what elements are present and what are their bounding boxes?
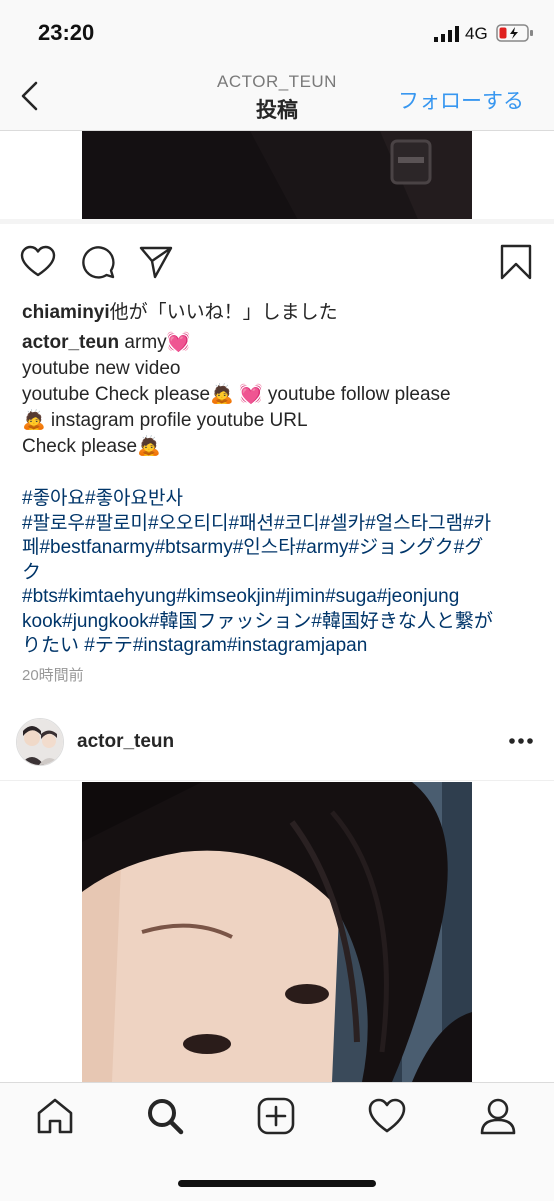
next-post-username[interactable]: actor_teun <box>77 731 174 753</box>
bookmark-icon[interactable] <box>498 244 534 280</box>
heart-icon[interactable] <box>20 244 56 280</box>
home-icon[interactable] <box>35 1096 75 1136</box>
profile-icon[interactable] <box>478 1096 518 1136</box>
network-label: 4G <box>465 24 488 43</box>
hashtag-line[interactable]: kook#jungkook#韓国ファッション#韓国好きな人と繋が <box>22 610 534 635</box>
hashtag-line[interactable]: りたい #テテ#instagram#instagramjapan <box>22 634 534 659</box>
signal-icon <box>434 26 459 42</box>
caption-line: 🙇 instagram profile youtube URL <box>22 410 308 431</box>
activity-heart-icon[interactable] <box>367 1096 407 1136</box>
hashtags[interactable]: #좋아요#좋아요반사 #팔로우#팔로미#오오티디#패션#코디#셀카#얼스타그램#… <box>22 487 534 659</box>
post-image[interactable] <box>0 131 554 224</box>
hashtag-line[interactable]: #bts#kimtaehyung#kimseokjin#jimin#suga#j… <box>22 585 534 610</box>
home-indicator <box>178 1180 376 1187</box>
hashtag-line[interactable]: 페#bestfanarmy#btsarmy#인스타#army#ジョングク#グ <box>22 536 534 561</box>
post-photo <box>82 782 472 1082</box>
caption-author[interactable]: actor_teun <box>22 332 119 353</box>
post-timestamp: 20時間前 <box>22 667 84 684</box>
hashtag-line[interactable]: ク <box>22 561 534 586</box>
more-dots-icon[interactable] <box>508 737 534 745</box>
search-icon[interactable] <box>145 1096 185 1136</box>
paper-plane-icon[interactable] <box>138 244 174 280</box>
caption: actor_teun army💓 youtube new video youtu… <box>22 330 534 460</box>
caption-first-line: actor_teun army💓 <box>22 330 534 356</box>
add-post-icon[interactable] <box>256 1096 296 1136</box>
caption-text: army💓 <box>124 332 191 353</box>
likes-line: chiaminyi他が「いいね！」しました <box>22 297 338 324</box>
caption-line: youtube Check please🙇 💓 youtube follow p… <box>22 384 451 405</box>
status-time: 23:20 <box>38 20 95 45</box>
battery-icon <box>496 24 533 42</box>
follow-button[interactable]: フォローする <box>398 85 524 115</box>
avatar-photo <box>17 719 63 765</box>
post-image[interactable] <box>82 782 472 1082</box>
likes-user[interactable]: chiaminyi <box>22 302 110 323</box>
hashtag-line[interactable]: #좋아요#좋아요반사 <box>22 487 534 512</box>
caption-line: Check please🙇 <box>22 436 161 457</box>
caption-line: youtube new video <box>22 358 181 379</box>
post-photo <box>0 131 554 224</box>
hashtag-line[interactable]: #팔로우#팔로미#오오티디#패션#코디#셀카#얼스타그램#카 <box>22 512 534 537</box>
avatar[interactable] <box>16 718 64 766</box>
likes-suffix: 他が「いいね！」しました <box>109 302 338 323</box>
comment-icon[interactable] <box>80 244 116 280</box>
